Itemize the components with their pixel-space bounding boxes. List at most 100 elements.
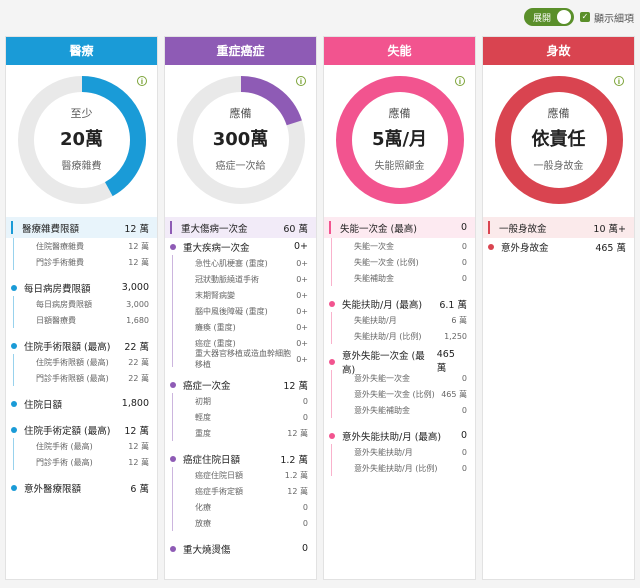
- row-value: 0: [302, 412, 308, 422]
- row-label: 日額醫療費: [36, 315, 76, 325]
- detail-sub-row: 門診手術 (最高) 12 萬: [6, 454, 157, 470]
- detail-list: 重大傷病一次金 60 萬重大疾病一次金 0+ 急性心肌梗塞 (重度) 0+ 冠狀動脈繞道手…: [165, 217, 316, 557]
- detail-row: 意外醫療限額 6 萬: [6, 479, 157, 496]
- detail-sub-row: 失能一次金 (比例) 0: [324, 254, 475, 270]
- detail-row: 重大燒燙傷 0: [165, 540, 316, 557]
- row-label: 意外失能扶助/月 (比例): [354, 463, 438, 473]
- row-value: 12 萬: [287, 428, 308, 438]
- row-value: 1,250: [444, 331, 467, 341]
- detail-row: 每日病房費限額 3,000: [6, 279, 157, 296]
- detail-row: 醫療雜費限額 12 萬: [6, 217, 157, 238]
- row-value: 0+: [296, 338, 308, 348]
- ring-l2: 依責任: [531, 129, 586, 150]
- detail-sub-row: 意外失能扶助/月 0: [324, 444, 475, 460]
- tree-line: [13, 438, 14, 454]
- ring-l3: 醫療雜費: [61, 161, 102, 172]
- bullet-dot: [11, 401, 17, 407]
- row-value: 0+: [296, 290, 308, 300]
- row-label: 癌症住院日額: [183, 454, 241, 466]
- row-value: 12 萬: [287, 486, 308, 496]
- row-label: 門診手術雜費: [36, 257, 84, 267]
- detail-sub-row: 末期腎病變 0+: [165, 287, 316, 303]
- row-label: 急性心肌梗塞 (重度): [195, 258, 268, 268]
- row-value: 1,800: [121, 398, 149, 409]
- row-value: 465 萬: [595, 242, 626, 254]
- row-value: 0: [461, 463, 467, 473]
- row-label: 住院手術限額 (最高): [24, 341, 111, 353]
- detail-sub-row: 住院手術 (最高) 12 萬: [6, 438, 157, 454]
- card-title: 醫療: [6, 37, 157, 65]
- row-label: 住院日額: [24, 399, 63, 411]
- detail-sub-row: 門診手術限額 (最高) 22 萬: [6, 370, 157, 386]
- row-label: 放療: [195, 518, 211, 528]
- row-value: 0+: [296, 274, 308, 284]
- detail-sub-row: 意外失能補助金 0: [324, 402, 475, 418]
- tree-line: [172, 287, 173, 303]
- ring-l3: 一般身故金: [533, 161, 584, 172]
- row-value: 22 萬: [124, 341, 149, 353]
- row-label: 意外失能一次金 (比例): [354, 389, 435, 399]
- row-value: 0: [461, 373, 467, 383]
- card-title: 失能: [324, 37, 475, 65]
- row-label: 失能一次金: [354, 241, 394, 251]
- bullet-dot: [488, 244, 494, 250]
- show-details-checkbox[interactable]: ✓ 顯示細項: [580, 10, 634, 25]
- row-label: 失能扶助/月 (最高): [342, 299, 423, 311]
- bullet-dot: [170, 382, 176, 388]
- row-value: 6 萬: [130, 483, 149, 495]
- ring-l2: 20萬: [59, 129, 104, 150]
- row-value: 0: [461, 257, 467, 267]
- card-death: 身故 i 應備 依責任 一般身故金 一般身故金 10 萬+ 意外身故金 465 萬: [482, 36, 635, 580]
- tree-line: [13, 238, 14, 254]
- bullet-dot: [11, 427, 17, 433]
- detail-sub-row: 輕度 0: [165, 409, 316, 425]
- tree-line: [172, 515, 173, 531]
- expand-toggle[interactable]: 展開: [523, 8, 574, 26]
- tree-line: [13, 454, 14, 470]
- row-value: 6.1 萬: [439, 299, 467, 311]
- row-value: 22 萬: [128, 357, 149, 367]
- detail-row: 重大疾病一次金 0+: [165, 238, 316, 255]
- ring-chart: i 至少 20萬 醫療雜費: [6, 65, 157, 217]
- tree-line: [172, 467, 173, 483]
- detail-sub-row: 化療 0: [165, 499, 316, 515]
- detail-sub-row: 癱瘓 (重度) 0+: [165, 319, 316, 335]
- row-value: 0: [460, 430, 467, 441]
- tree-line: [13, 370, 14, 386]
- row-label: 輕度: [195, 412, 211, 422]
- ring-label: 應備 5萬/月 失能照顧金: [324, 105, 475, 172]
- row-label: 腦中風後障礙 (重度): [195, 306, 268, 316]
- detail-sub-row: 癌症住院日額 1.2 萬: [165, 467, 316, 483]
- tree-line: [172, 483, 173, 499]
- detail-list: 一般身故金 10 萬+ 意外身故金 465 萬: [483, 217, 634, 255]
- row-value: 0: [302, 518, 308, 528]
- tree-line: [172, 351, 173, 367]
- row-label: 失能一次金 (比例): [354, 257, 419, 267]
- row-label: 重大傷病一次金: [181, 223, 248, 235]
- tree-line: [13, 254, 14, 270]
- row-label: 化療: [195, 502, 211, 512]
- row-label: 門診手術 (最高): [36, 457, 93, 467]
- detail-sub-row: 失能一次金 0: [324, 238, 475, 254]
- detail-sub-row: 住院醫療雜費 12 萬: [6, 238, 157, 254]
- ring-label: 應備 依責任 一般身故金: [483, 105, 634, 172]
- ring-label: 應備 300萬 癌症一次給: [165, 105, 316, 172]
- bullet-dot: [11, 343, 17, 349]
- detail-sub-row: 門診手術雜費 12 萬: [6, 254, 157, 270]
- row-label: 重大燒燙傷: [183, 544, 231, 556]
- tree-line: [13, 296, 14, 312]
- row-value: 12 萬: [128, 241, 149, 251]
- highlight-bar: [329, 221, 331, 234]
- row-label: 重度: [195, 428, 211, 438]
- show-details-label: 顯示細項: [594, 13, 634, 25]
- row-value: 10 萬+: [593, 223, 626, 235]
- row-value: 0: [302, 502, 308, 512]
- detail-row: 失能一次金 (最高) 0: [324, 217, 475, 238]
- row-value: 0: [461, 273, 467, 283]
- highlight-bar: [170, 221, 172, 234]
- detail-sub-row: 意外失能一次金 (比例) 465 萬: [324, 386, 475, 402]
- row-label: 意外失能扶助/月 (最高): [342, 431, 442, 443]
- tree-line: [172, 499, 173, 515]
